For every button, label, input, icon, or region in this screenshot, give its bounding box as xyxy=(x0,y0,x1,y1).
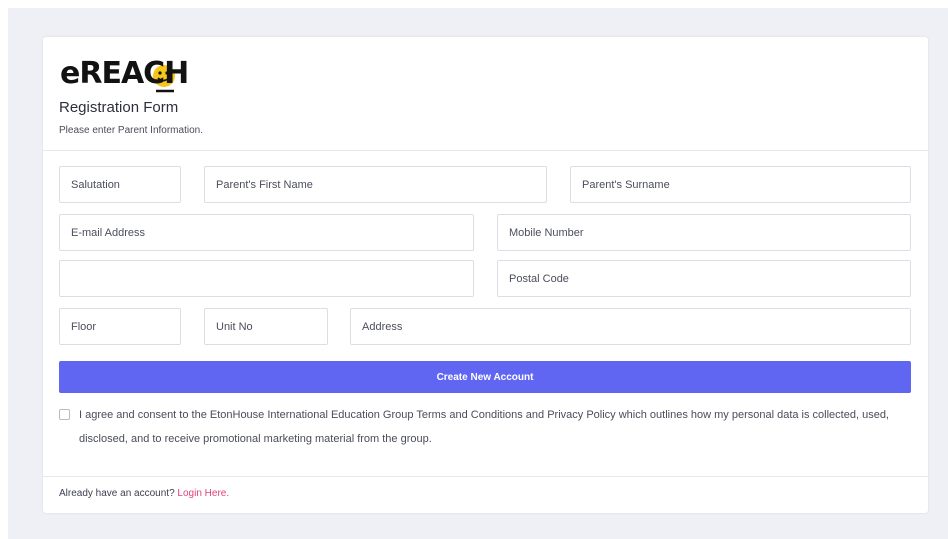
salutation-field[interactable] xyxy=(59,166,181,203)
page-title: Registration Form xyxy=(59,99,179,116)
brand-logo: eREACH xyxy=(58,46,205,102)
registration-card: eREACH Registration Form Please enter Pa… xyxy=(43,37,928,513)
surname-field[interactable] xyxy=(570,166,911,203)
page-subtitle: Please enter Parent Information. xyxy=(59,125,203,136)
unit-no-field[interactable] xyxy=(204,308,328,345)
postal-code-field[interactable] xyxy=(497,260,911,297)
email-field[interactable] xyxy=(59,214,474,251)
consent-checkbox[interactable] xyxy=(59,409,70,420)
logo-text: eREACH xyxy=(60,56,189,91)
login-link[interactable]: Login Here. xyxy=(177,488,229,499)
mobile-field[interactable] xyxy=(497,214,911,251)
create-account-button[interactable]: Create New Account xyxy=(59,361,911,393)
floor-field[interactable] xyxy=(59,308,181,345)
address-field[interactable] xyxy=(350,308,911,345)
blank-field[interactable] xyxy=(59,260,474,297)
card-footer: Already have an account? Login Here. xyxy=(43,476,928,513)
login-prompt-text: Already have an account? xyxy=(59,488,175,499)
first-name-field[interactable] xyxy=(204,166,547,203)
consent-text: I agree and consent to the EtonHouse Int… xyxy=(79,409,889,445)
card-header: eREACH Registration Form Please enter Pa… xyxy=(43,37,928,151)
login-prompt: Already have an account? Login Here. xyxy=(59,488,229,499)
